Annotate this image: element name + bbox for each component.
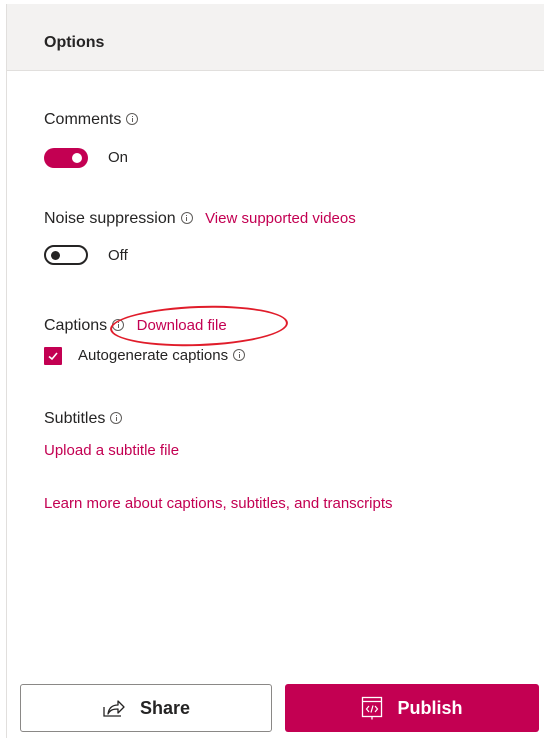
subtitles-label: Subtitles bbox=[44, 410, 106, 427]
download-file-link[interactable]: Download file bbox=[137, 317, 227, 334]
info-icon[interactable] bbox=[126, 113, 139, 125]
info-icon[interactable] bbox=[112, 319, 125, 331]
learn-more-link[interactable]: Learn more about captions, subtitles, an… bbox=[44, 495, 393, 512]
options-header: Options bbox=[7, 4, 544, 71]
upload-subtitle-link[interactable]: Upload a subtitle file bbox=[44, 442, 179, 459]
subtitles-section: Subtitles bbox=[44, 410, 123, 428]
info-icon[interactable] bbox=[233, 349, 246, 361]
toggle-knob bbox=[72, 153, 82, 163]
check-icon bbox=[48, 352, 58, 361]
autogenerate-captions-checkbox[interactable] bbox=[44, 347, 62, 365]
comments-label: Comments bbox=[44, 111, 122, 128]
info-icon[interactable] bbox=[110, 412, 123, 424]
noise-suppression-toggle-state: Off bbox=[108, 247, 128, 264]
noise-suppression-label: Noise suppression bbox=[44, 210, 176, 227]
comments-toggle[interactable] bbox=[44, 148, 88, 168]
autogenerate-captions-label: Autogenerate captions bbox=[78, 347, 229, 364]
share-icon bbox=[102, 698, 126, 718]
publish-embed-icon bbox=[361, 696, 383, 720]
captions-label: Captions bbox=[44, 317, 108, 334]
panel-title: Options bbox=[44, 34, 105, 51]
share-label: Share bbox=[139, 697, 191, 718]
noise-suppression-section: Noise suppression View supported videos bbox=[44, 210, 356, 228]
publish-label: Publish bbox=[397, 697, 463, 718]
left-divider bbox=[0, 0, 7, 738]
captions-section: Captions Download file bbox=[44, 317, 227, 335]
publish-button[interactable]: Publish bbox=[285, 684, 539, 732]
noise-suppression-toggle[interactable] bbox=[44, 245, 88, 265]
share-button[interactable]: Share bbox=[20, 684, 272, 732]
toggle-knob bbox=[51, 251, 60, 260]
autogenerate-captions-row: Autogenerate captions bbox=[78, 347, 246, 364]
info-icon[interactable] bbox=[180, 212, 193, 224]
comments-toggle-state: On bbox=[108, 149, 129, 166]
view-supported-videos-link[interactable]: View supported videos bbox=[205, 210, 356, 227]
comments-section: Comments bbox=[44, 111, 139, 129]
